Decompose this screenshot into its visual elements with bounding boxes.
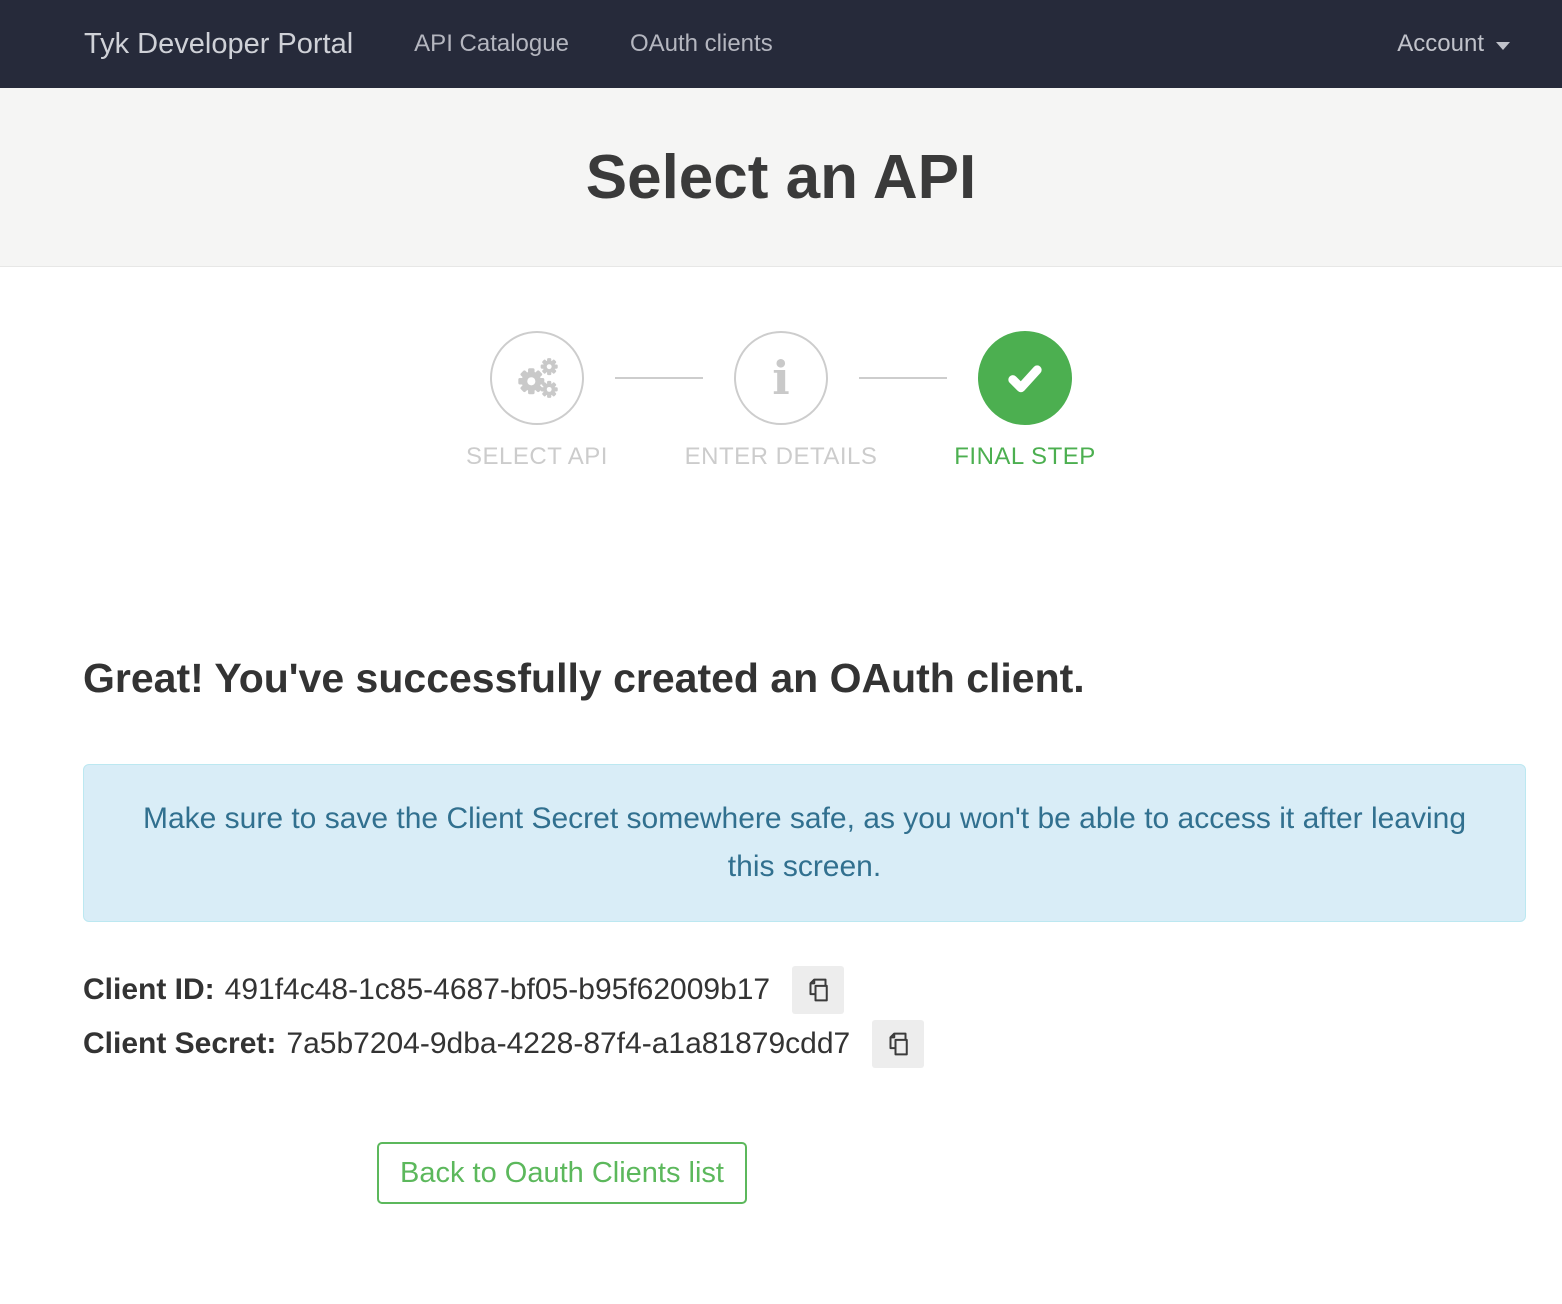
step-select-api-circle bbox=[490, 331, 584, 425]
client-secret-label: Client Secret: bbox=[83, 1027, 276, 1061]
navbar: Tyk Developer Portal API Catalogue OAuth… bbox=[0, 0, 1562, 88]
nav-item-api-catalogue[interactable]: API Catalogue bbox=[414, 30, 569, 58]
page-header: Select an API bbox=[0, 88, 1562, 267]
caret-down-icon bbox=[1496, 42, 1510, 50]
wizard-stepper: SELECT API i ENTER DETAILS FINAL STEP bbox=[0, 331, 1562, 471]
nav-item-oauth-clients[interactable]: OAuth clients bbox=[630, 30, 773, 58]
success-heading: Great! You've successfully created an OA… bbox=[83, 655, 1526, 702]
client-secret-row: Client Secret: 7a5b7204-9dba-4228-87f4-a… bbox=[83, 1020, 1526, 1068]
step-select-api-label: SELECT API bbox=[466, 443, 608, 471]
page-title: Select an API bbox=[586, 142, 977, 213]
client-id-label: Client ID: bbox=[83, 973, 215, 1007]
client-secret-value: 7a5b7204-9dba-4228-87f4-a1a81879cdd7 bbox=[286, 1027, 850, 1061]
brand-link[interactable]: Tyk Developer Portal bbox=[84, 28, 353, 61]
step-enter-details: i ENTER DETAILS bbox=[734, 331, 828, 471]
credentials: Client ID: 491f4c48-1c85-4687-bf05-b95f6… bbox=[83, 966, 1526, 1068]
step-final-step-circle bbox=[978, 331, 1072, 425]
account-label: Account bbox=[1397, 30, 1484, 58]
nav-links: API Catalogue OAuth clients bbox=[414, 30, 773, 58]
client-id-value: 491f4c48-1c85-4687-bf05-b95f62009b17 bbox=[225, 973, 770, 1007]
step-final-step-label: FINAL STEP bbox=[954, 443, 1095, 471]
stepper-connector bbox=[615, 377, 703, 379]
copy-client-secret-button[interactable] bbox=[872, 1020, 924, 1068]
copy-client-id-button[interactable] bbox=[792, 966, 844, 1014]
main-content: Great! You've successfully created an OA… bbox=[0, 655, 1562, 1304]
info-alert: Make sure to save the Client Secret some… bbox=[83, 764, 1526, 922]
step-final-step: FINAL STEP bbox=[978, 331, 1072, 471]
step-enter-details-circle: i bbox=[734, 331, 828, 425]
step-enter-details-label: ENTER DETAILS bbox=[685, 443, 878, 471]
client-id-row: Client ID: 491f4c48-1c85-4687-bf05-b95f6… bbox=[83, 966, 1526, 1014]
check-icon bbox=[999, 352, 1051, 404]
step-select-api: SELECT API bbox=[490, 331, 584, 471]
back-to-oauth-clients-button[interactable]: Back to Oauth Clients list bbox=[377, 1142, 747, 1204]
stepper-connector bbox=[859, 377, 947, 379]
copy-pages-icon bbox=[883, 1029, 913, 1059]
info-icon: i bbox=[772, 355, 789, 401]
gears-icon bbox=[511, 352, 563, 404]
copy-pages-icon bbox=[803, 975, 833, 1005]
account-dropdown[interactable]: Account bbox=[1397, 30, 1510, 58]
